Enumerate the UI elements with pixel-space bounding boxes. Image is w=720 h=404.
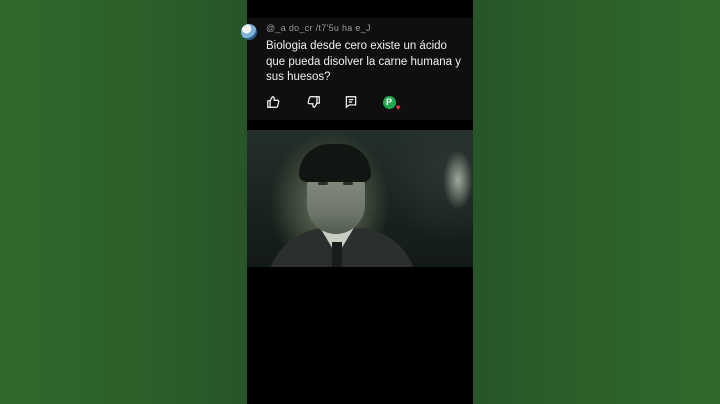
background-right xyxy=(473,0,720,404)
avatar[interactable] xyxy=(241,24,257,40)
figure-eye-left xyxy=(318,182,328,185)
creator-initial: P xyxy=(385,97,392,107)
background-light xyxy=(443,150,473,210)
comment-handle[interactable]: @_a do_cr /t7'5u ha e_J xyxy=(266,23,371,33)
background-left xyxy=(0,0,247,404)
figure-tie xyxy=(332,242,342,267)
like-icon xyxy=(267,96,280,108)
reply-button[interactable] xyxy=(343,94,359,110)
figure-hair xyxy=(299,144,371,182)
dislike-icon xyxy=(307,96,320,108)
video-frame[interactable] xyxy=(247,130,473,267)
comment-actions: P ♥ xyxy=(247,94,473,112)
figure-eye-right xyxy=(343,182,353,185)
dislike-button[interactable] xyxy=(306,94,322,110)
reply-icon xyxy=(345,96,357,109)
comment-text: Biologia desde cero existe un ácido que … xyxy=(266,40,461,83)
heart-icon: ♥ xyxy=(395,102,401,112)
like-button[interactable] xyxy=(265,94,281,110)
creator-heart-badge: P ♥ xyxy=(382,95,401,112)
creator-heart[interactable]: P ♥ xyxy=(381,94,401,112)
shorts-player[interactable]: @_a do_cr /t7'5u ha e_J Biologia desde c… xyxy=(241,0,473,404)
comment-card: @_a do_cr /t7'5u ha e_J Biologia desde c… xyxy=(241,18,473,120)
